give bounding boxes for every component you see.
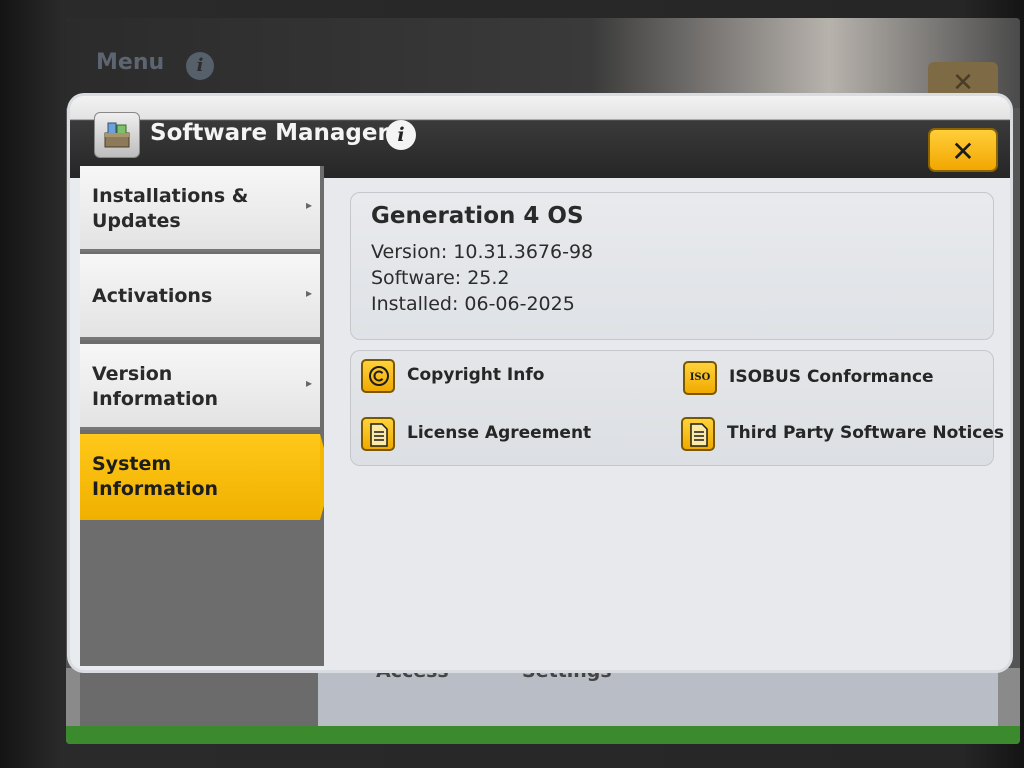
legal-links-card: Copyright Info ISO ISOBUS Conformance Li…	[350, 350, 1004, 466]
sidebar-item-label: Version Information	[92, 363, 219, 410]
sidebar-item-activations[interactable]: Activations ▸	[80, 254, 320, 340]
sidebar-nav: Installations & Updates ▸ Activations ▸ …	[80, 166, 332, 666]
iso-icon: ISO	[683, 361, 717, 395]
iso-icon-text: ISO	[689, 372, 711, 383]
background-info-icon[interactable]: i	[186, 52, 214, 80]
sidebar-item-installations-updates[interactable]: Installations & Updates ▸	[80, 166, 320, 252]
document-icon	[361, 417, 395, 451]
installed-date: Installed: 06-06-2025	[371, 293, 575, 315]
os-info-card: Generation 4 OS Version: 10.31.3676-98 S…	[350, 192, 994, 340]
version-value: Version: 10.31.3676-98	[371, 241, 594, 263]
software-manager-dialog: Software Manager i ✕ Installations & Upd…	[70, 96, 1010, 670]
license-agreement-link[interactable]: License Agreement	[361, 417, 621, 457]
isobus-conformance-label: ISOBUS Conformance	[729, 367, 934, 387]
chevron-right-icon: ▸	[305, 376, 312, 390]
document-icon	[681, 417, 715, 451]
sidebar-item-system-information[interactable]: System Information	[80, 434, 332, 520]
chevron-right-icon: ▸	[305, 286, 312, 300]
close-button[interactable]: ✕	[928, 128, 998, 172]
copyright-info-link[interactable]: Copyright Info	[361, 359, 581, 399]
os-name: Generation 4 OS	[371, 203, 584, 229]
background-status-strip	[66, 726, 1020, 744]
sidebar-item-version-information[interactable]: Version Information ▸	[80, 344, 320, 430]
license-agreement-label: License Agreement	[407, 423, 592, 443]
third-party-notices-label: Third Party Software Notices	[727, 423, 1005, 443]
background-left-panel	[80, 668, 318, 728]
sidebar-item-label: Activations	[92, 285, 213, 307]
background-header: Menu i ✕	[66, 18, 1020, 108]
chevron-right-icon: ▸	[305, 198, 312, 212]
copyright-info-label: Copyright Info	[407, 365, 545, 385]
software-manager-app-icon	[94, 112, 140, 158]
copyright-icon	[361, 359, 395, 393]
sidebar-item-label: System Information	[92, 453, 219, 500]
third-party-notices-link[interactable]: Third Party Software Notices	[681, 417, 1004, 457]
sidebar-item-label: Installations & Updates	[92, 185, 249, 232]
system-information-panel: Generation 4 OS Version: 10.31.3676-98 S…	[324, 178, 1010, 670]
dialog-title: Software Manager	[150, 120, 389, 146]
isobus-conformance-link[interactable]: ISO ISOBUS Conformance	[683, 361, 973, 401]
info-icon[interactable]: i	[386, 120, 416, 150]
software-value: Software: 25.2	[371, 267, 510, 289]
background-menu-title: Menu	[96, 50, 165, 75]
